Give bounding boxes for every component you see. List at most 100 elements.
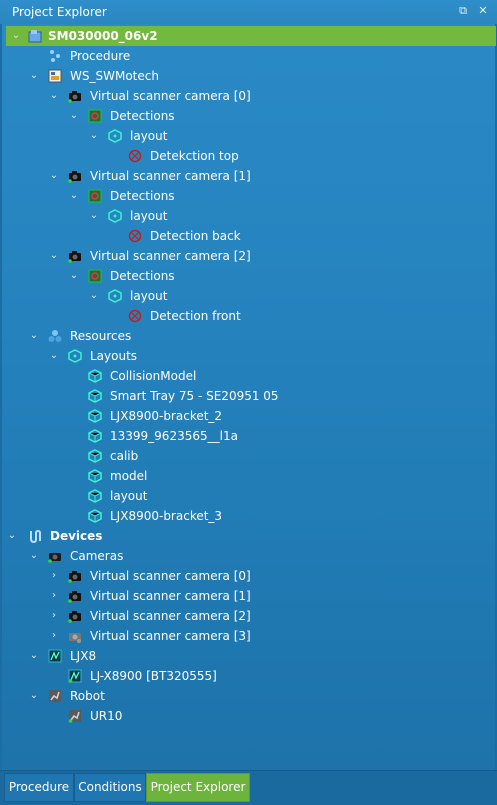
- project-icon: [28, 29, 42, 43]
- model-icon: [88, 429, 102, 443]
- robot-device-label: UR10: [90, 709, 123, 723]
- detection-label: Detekction top: [150, 149, 239, 163]
- detections-icon: [88, 189, 102, 203]
- model-icon: [88, 489, 102, 503]
- ljx-label: LJX8: [70, 649, 97, 663]
- detection-label: Detection back: [150, 229, 241, 243]
- collapse-arrow-icon[interactable]: ⌄: [68, 106, 80, 126]
- camera-label: Virtual scanner camera [0]: [90, 89, 251, 103]
- collapse-arrow-icon[interactable]: ⌄: [28, 646, 40, 666]
- project-tree: ⌄ SM030000_06v2 Procedure ⌄ WS_SWMotech …: [0, 24, 497, 770]
- collapse-arrow-icon[interactable]: ⌄: [28, 546, 40, 566]
- ljx-device-label: LJ-X8900 [BT320555]: [90, 669, 217, 683]
- resource-label: LJX8900-bracket_2: [110, 409, 223, 423]
- layouts-label: Layouts: [90, 349, 138, 363]
- collapse-arrow-icon[interactable]: ⌄: [68, 186, 80, 206]
- camera-icon: [68, 589, 82, 603]
- detection-target-icon: [128, 229, 142, 243]
- layout-icon: [108, 289, 122, 303]
- detections-label: Detections: [110, 109, 175, 123]
- camera-label: Virtual scanner camera [2]: [90, 249, 251, 263]
- model-icon: [88, 449, 102, 463]
- layout-icon: [108, 129, 122, 143]
- procedure-label: Procedure: [70, 49, 131, 63]
- camera-group-icon: [48, 549, 62, 563]
- collapse-arrow-icon[interactable]: ⌄: [28, 686, 40, 706]
- model-icon: [88, 509, 102, 523]
- model-icon: [88, 369, 102, 383]
- camera-label: Virtual scanner camera [1]: [90, 169, 251, 183]
- procedure-icon: [48, 49, 62, 63]
- resource-label: calib: [110, 449, 139, 463]
- collapse-arrow-icon[interactable]: ⌄: [48, 246, 60, 266]
- tab-conditions[interactable]: Conditions: [74, 773, 146, 802]
- workspace-label: WS_SWMotech: [70, 69, 159, 83]
- model-icon: [88, 389, 102, 403]
- resource-label: Smart Tray 75 - SE20951 05: [110, 389, 279, 403]
- cameras-label: Cameras: [70, 549, 124, 563]
- detections-label: Detections: [110, 189, 175, 203]
- detection-target-icon: [128, 309, 142, 323]
- panel-title: Project Explorer: [12, 5, 107, 19]
- camera-icon: [68, 169, 82, 183]
- sensor-icon: [48, 649, 62, 663]
- resources-label: Resources: [70, 329, 132, 343]
- camera-icon: [68, 249, 82, 263]
- close-icon[interactable]: ✕: [476, 4, 490, 18]
- tab-procedure[interactable]: Procedure: [4, 773, 74, 802]
- resource-label: model: [110, 469, 148, 483]
- layout-label: layout: [130, 129, 168, 143]
- expand-arrow-icon[interactable]: ›: [48, 606, 60, 626]
- detection-label: Detection front: [150, 309, 241, 323]
- collapse-arrow-icon[interactable]: ⌄: [28, 66, 40, 86]
- layout-label: layout: [130, 289, 168, 303]
- detections-icon: [88, 109, 102, 123]
- robot-icon: [68, 709, 82, 723]
- expand-arrow-icon[interactable]: ›: [48, 566, 60, 586]
- model-icon: [88, 409, 102, 423]
- collapse-arrow-icon[interactable]: ⌄: [10, 26, 22, 46]
- workspace-icon: [48, 69, 62, 83]
- collapse-arrow-icon[interactable]: ⌄: [48, 86, 60, 106]
- model-icon: [88, 469, 102, 483]
- layout-label: layout: [130, 209, 168, 223]
- panel-titlebar: Project Explorer ⧉ ✕: [0, 0, 497, 25]
- collapse-arrow-icon[interactable]: ⌄: [88, 206, 100, 226]
- device-camera-label: Virtual scanner camera [1]: [90, 589, 251, 603]
- detection-target-icon: [128, 149, 142, 163]
- resource-label: LJX8900-bracket_3: [110, 509, 223, 523]
- devices-icon: [28, 529, 42, 543]
- tab-project-explorer[interactable]: Project Explorer: [146, 773, 250, 802]
- resource-label: 13399_9623565__l1a: [110, 429, 238, 443]
- project-label: SM030000_06v2: [48, 29, 158, 43]
- layout-icon: [108, 209, 122, 223]
- device-camera-label: Virtual scanner camera [2]: [90, 609, 251, 623]
- camera-disabled-icon: [68, 629, 82, 643]
- expand-arrow-icon[interactable]: ›: [48, 626, 60, 646]
- robot-icon: [48, 689, 62, 703]
- resource-label: CollisionModel: [110, 369, 197, 383]
- collapse-arrow-icon[interactable]: ⌄: [68, 266, 80, 286]
- sensor-icon: [68, 669, 82, 683]
- layouts-icon: [68, 349, 82, 363]
- collapse-arrow-icon[interactable]: ⌄: [28, 326, 40, 346]
- detections-label: Detections: [110, 269, 175, 283]
- camera-icon: [68, 569, 82, 583]
- collapse-arrow-icon[interactable]: ⌄: [48, 346, 60, 366]
- pin-icon[interactable]: ⧉: [456, 4, 470, 18]
- collapse-arrow-icon[interactable]: ⌄: [88, 126, 100, 146]
- resources-icon: [48, 329, 62, 343]
- device-camera-label: Virtual scanner camera [3]: [90, 629, 251, 643]
- device-camera-label: Virtual scanner camera [0]: [90, 569, 251, 583]
- collapse-arrow-icon[interactable]: ⌄: [6, 526, 18, 546]
- camera-icon: [68, 609, 82, 623]
- bottom-tab-bar: Procedure Conditions Project Explorer: [0, 770, 497, 805]
- camera-icon: [68, 89, 82, 103]
- resource-label: layout: [110, 489, 148, 503]
- collapse-arrow-icon[interactable]: ⌄: [88, 286, 100, 306]
- detections-icon: [88, 269, 102, 283]
- collapse-arrow-icon[interactable]: ⌄: [48, 166, 60, 186]
- tree-item-project[interactable]: ⌄ SM030000_06v2: [6, 26, 496, 46]
- robot-label: Robot: [70, 689, 105, 703]
- expand-arrow-icon[interactable]: ›: [48, 586, 60, 606]
